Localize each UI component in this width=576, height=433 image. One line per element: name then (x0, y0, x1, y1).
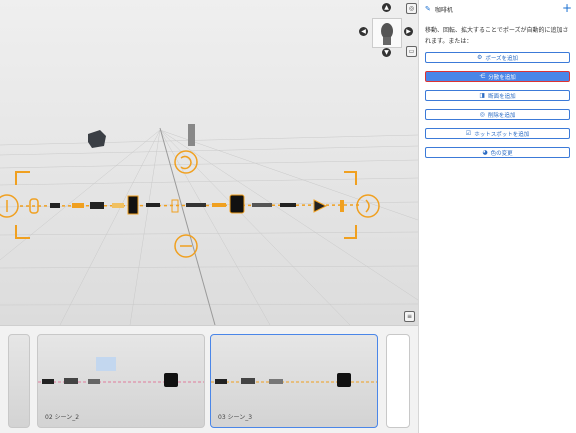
edit-icon[interactable]: ✎ (425, 5, 431, 13)
view-right-button[interactable]: ▶ (404, 27, 413, 36)
add-pose-button[interactable]: ⚙ ポーズを追加 (425, 52, 570, 63)
scene-label: 02 シーン_2 (45, 414, 80, 421)
head-preview-icon (381, 23, 393, 45)
scene-timeline: 02 シーン_2 03 シーン_3 (0, 325, 418, 433)
view-up-button[interactable]: ▲ (382, 3, 391, 12)
button-label: 削除を追加 (487, 112, 516, 119)
list-view-icon[interactable]: ≡ (404, 311, 415, 322)
settings-icon: ⚙ (476, 54, 483, 61)
button-label: 断面を追加 (488, 93, 516, 100)
panel-header: ✎ 咖啡机 (425, 3, 453, 15)
viewport-scene (0, 124, 418, 325)
button-label: 分散を追加 (488, 74, 516, 81)
add-explode-button[interactable]: ⋲ 分散を追加 (425, 71, 570, 82)
scene-thumbnail-partial[interactable] (8, 334, 30, 428)
3d-viewport[interactable]: ▲ ◀ ▶ ▼ ◎ ▭ ≡ (0, 0, 418, 325)
scene-label: 03 シーン_3 (218, 414, 253, 421)
view-down-button[interactable]: ▼ (382, 48, 391, 57)
add-scene-slot[interactable] (386, 334, 410, 428)
section-icon: ◨ (479, 92, 486, 99)
screen-icon[interactable]: ▭ (406, 46, 417, 57)
view-orientation-thumbnail[interactable] (372, 18, 402, 48)
add-button[interactable]: + (562, 1, 572, 15)
scene-thumbnail[interactable]: 02 シーン_2 (37, 334, 205, 428)
floating-part[interactable] (188, 124, 195, 146)
add-hotspot-button[interactable]: ☑ ホットスポットを追加 (425, 128, 570, 139)
rotate-y-handle[interactable] (356, 194, 380, 218)
delete-icon: ◎ (479, 111, 485, 118)
palette-icon: ◕ (482, 149, 488, 156)
add-section-button[interactable]: ◨ 断面を追加 (425, 90, 570, 101)
scene-thumbnail-selected[interactable]: 03 シーン_3 (210, 334, 378, 428)
share-icon: ⋲ (479, 73, 486, 80)
floating-part[interactable] (88, 130, 106, 148)
button-label: 色の変更 (490, 150, 513, 157)
button-label: ポーズを追加 (485, 55, 519, 62)
view-left-button[interactable]: ◀ (359, 27, 368, 36)
panel-description: 移動、回転、拡大することでポーズが自動的に追加されます。または： (425, 27, 569, 45)
change-color-button[interactable]: ◕ 色の変更 (425, 147, 570, 158)
rotate-left-handle[interactable] (0, 194, 19, 218)
panel-title: 咖啡机 (434, 6, 453, 14)
properties-panel: ✎ 咖啡机 + 移動、回転、拡大することでポーズが自動的に追加されます。または：… (418, 0, 576, 433)
hotspot-icon: ☑ (465, 130, 472, 137)
camera-icon[interactable]: ◎ (406, 3, 417, 14)
button-label: ホットスポットを追加 (474, 131, 530, 138)
add-delete-button[interactable]: ◎ 削除を追加 (425, 109, 570, 120)
